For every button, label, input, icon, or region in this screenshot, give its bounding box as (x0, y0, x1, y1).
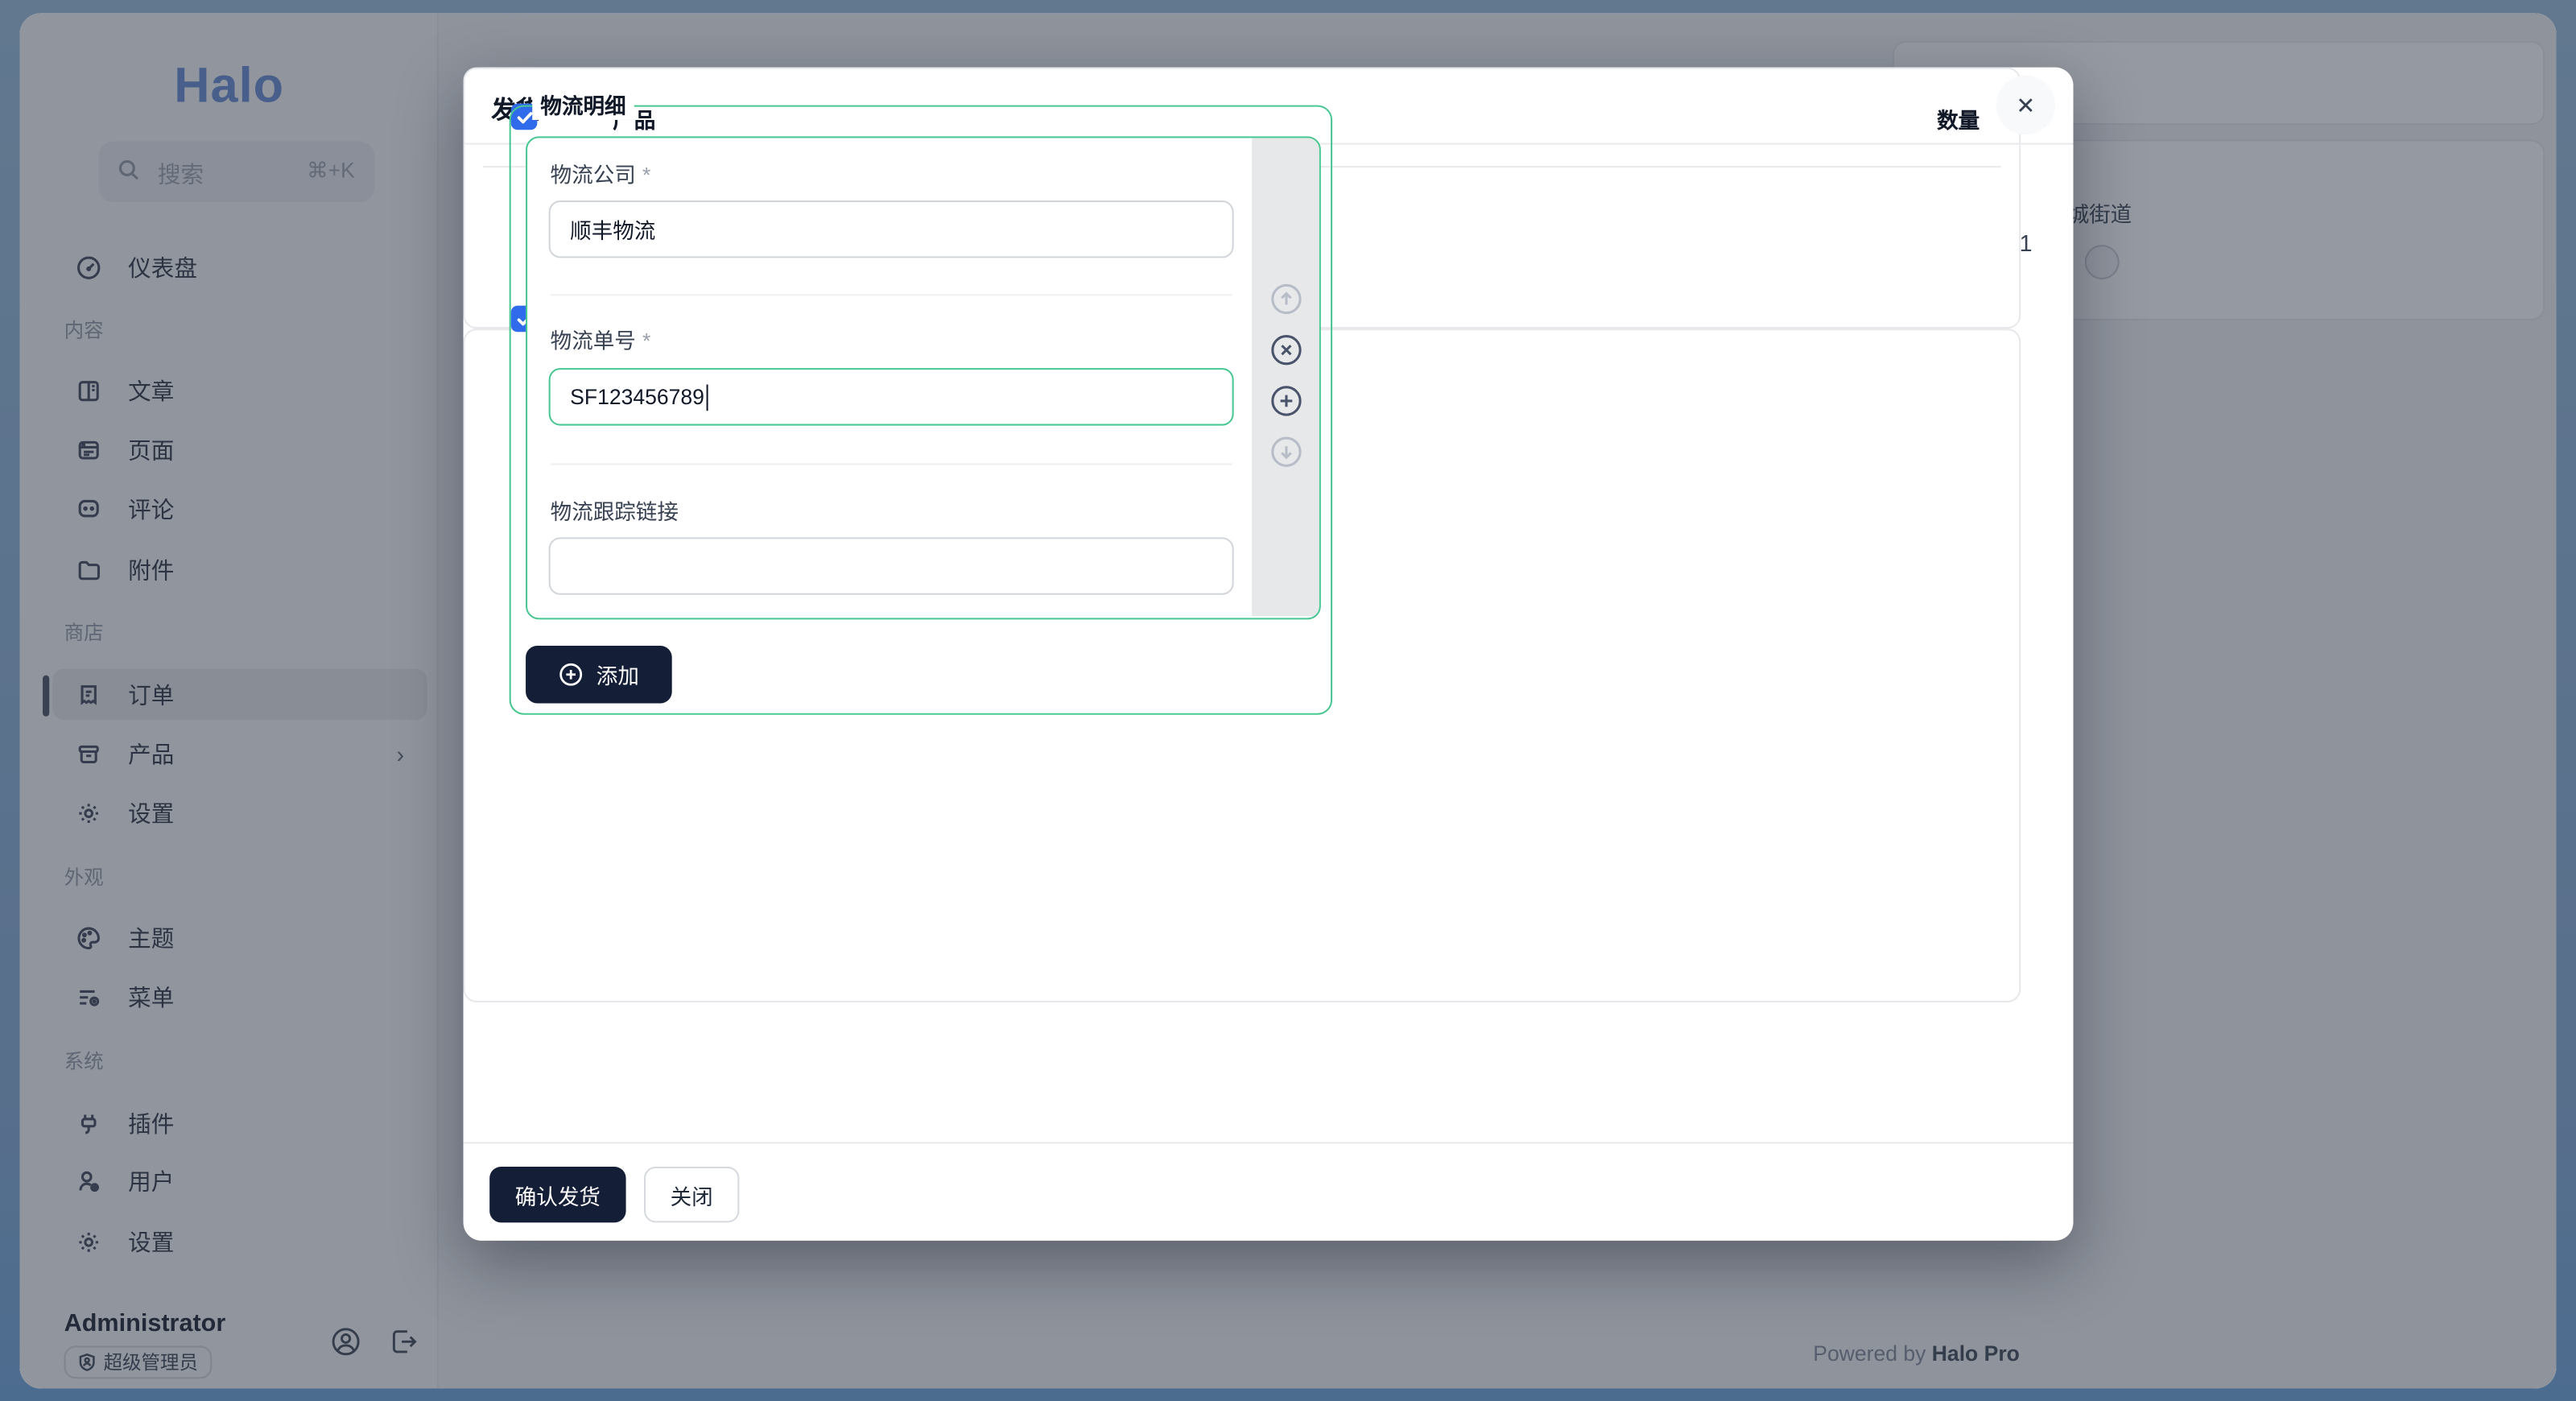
logistics-fieldset: 物流明细 物流公司* 顺丰物流 物流单号* SF123456789 (510, 105, 1332, 715)
fieldset-legend: 物流明细 (532, 92, 634, 120)
qty-column-header: 数量 (1937, 104, 1979, 135)
ship-dialog: 发货 ✕ 产品 数量 (464, 68, 2074, 1241)
input-value: SF123456789 (570, 385, 704, 410)
tracking-number-input[interactable]: SF123456789 (549, 368, 1234, 425)
move-down-icon[interactable] (1269, 436, 1302, 469)
desktop: Halo 搜索 ⌘+K 仪表盘 内容 文章 (0, 0, 2576, 1401)
repeater-item: 物流公司* 顺丰物流 物流单号* SF123456789 物流跟踪链接 (526, 136, 1321, 619)
text-caret (706, 384, 708, 411)
dialog-footer: 确认发货 关闭 (464, 1142, 2074, 1240)
field-label: 物流跟踪链接 (551, 494, 685, 526)
logistics-company-input[interactable]: 顺丰物流 (549, 200, 1234, 258)
add-button[interactable]: 添加 (526, 646, 672, 703)
product-qty: 1 (2020, 230, 2033, 257)
move-up-icon[interactable] (1269, 283, 1302, 316)
logistics-form-card: 物流明细 物流公司* 顺丰物流 物流单号* SF123456789 (464, 329, 2021, 1002)
plus-circle-icon (559, 662, 584, 687)
repeater-control-strip (1252, 138, 1319, 616)
close-button[interactable]: 关闭 (644, 1167, 739, 1222)
tracking-link-input[interactable] (549, 537, 1234, 594)
confirm-ship-button[interactable]: 确认发货 (489, 1167, 625, 1222)
remove-item-icon[interactable] (1269, 333, 1302, 366)
add-button-label: 添加 (597, 659, 639, 690)
field-divider (551, 294, 1232, 295)
field-divider (551, 464, 1232, 465)
field-label: 物流公司* (551, 158, 651, 189)
input-value: 顺丰物流 (570, 213, 655, 245)
field-label: 物流单号* (551, 324, 651, 355)
add-item-icon[interactable] (1269, 385, 1302, 418)
